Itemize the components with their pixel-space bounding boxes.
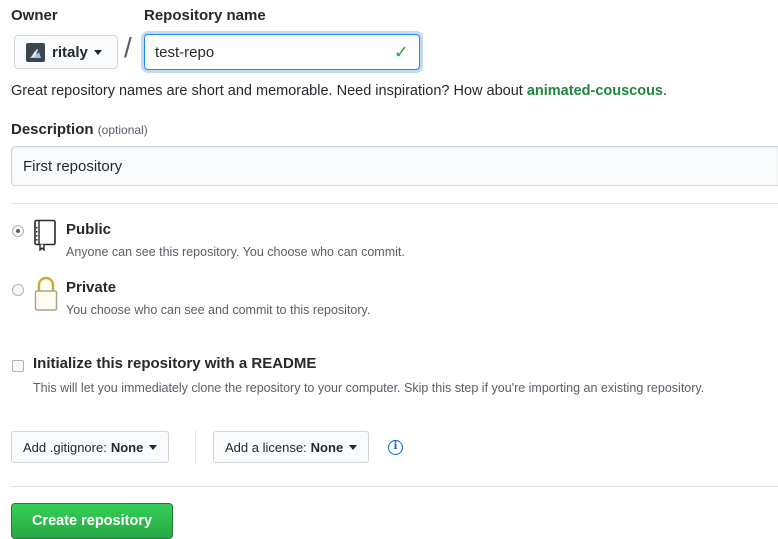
- chevron-down-icon: [93, 49, 102, 55]
- info-icon[interactable]: i: [388, 440, 403, 455]
- avatar: [26, 42, 45, 62]
- optional-tag: (optional): [97, 123, 148, 137]
- name-hint-text: Great repository names are short and mem…: [11, 83, 527, 99]
- select-divider: [195, 430, 196, 464]
- gitignore-select-button[interactable]: Add .gitignore: None: [11, 431, 170, 463]
- public-title: Public: [66, 221, 112, 238]
- license-value: None: [310, 439, 344, 455]
- repository-name-value: test-repo: [155, 43, 215, 61]
- lock-icon: [33, 275, 59, 318]
- repository-name-label: Repository name: [144, 7, 266, 24]
- private-note: You choose who can see and commit to thi…: [66, 303, 371, 317]
- gitignore-prefix: Add .gitignore:: [23, 439, 107, 455]
- owner-repo-separator: /: [124, 32, 132, 63]
- private-title: Private: [66, 279, 117, 296]
- chevron-down-icon: [349, 444, 358, 450]
- description-value: First repository: [23, 157, 123, 175]
- public-note: Anyone can see this repository. You choo…: [66, 245, 405, 259]
- initialize-readme-note: This will let you immediately clone the …: [33, 381, 705, 395]
- chevron-down-icon: [149, 444, 158, 450]
- owner-name: ritaly: [52, 43, 88, 61]
- description-input[interactable]: First repository: [11, 146, 778, 186]
- public-radio[interactable]: [12, 225, 24, 237]
- description-label: Description (optional): [11, 121, 148, 138]
- repo-book-icon: [32, 219, 58, 256]
- license-prefix: Add a license:: [225, 439, 307, 455]
- description-label-text: Description: [11, 121, 94, 138]
- initialize-readme-checkbox[interactable]: [12, 360, 24, 372]
- owner-label: Owner: [11, 7, 58, 24]
- gitignore-value: None: [110, 439, 144, 455]
- divider: [11, 486, 778, 487]
- private-radio[interactable]: [12, 284, 24, 296]
- owner-select-button[interactable]: ritaly: [14, 35, 118, 69]
- name-hint: Great repository names are short and mem…: [11, 83, 667, 99]
- license-select-button[interactable]: Add a license: None: [213, 431, 370, 463]
- name-suggestion-link[interactable]: animated-couscous: [527, 83, 663, 99]
- check-icon: ✓: [393, 41, 409, 62]
- initialize-readme-label: Initialize this repository with a README: [33, 355, 317, 372]
- avatar-icon: [30, 48, 41, 58]
- name-hint-end: .: [663, 83, 668, 99]
- divider: [11, 203, 778, 204]
- create-repository-button[interactable]: Create repository: [11, 503, 173, 539]
- repository-name-input[interactable]: test-repo ✓: [144, 34, 420, 70]
